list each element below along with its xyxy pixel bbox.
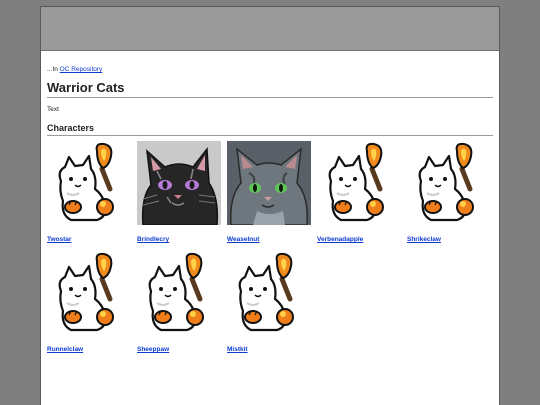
character-name-link[interactable]: Weaselnut — [227, 236, 317, 244]
main-content: ...In OC Repository Warrior Cats Text Ch… — [41, 66, 499, 354]
character-card: Brindlecry — [137, 141, 227, 244]
character-card: Twostar — [47, 141, 137, 244]
character-thumbnail[interactable] — [407, 141, 497, 225]
character-thumbnail[interactable] — [137, 141, 227, 225]
character-thumbnail[interactable] — [137, 251, 227, 335]
page-title: Warrior Cats — [47, 80, 493, 98]
character-name-link[interactable]: Runnelclaw — [47, 346, 137, 354]
page-frame: ...In OC Repository Warrior Cats Text Ch… — [40, 6, 500, 405]
character-thumbnail[interactable] — [227, 251, 317, 335]
character-name-link[interactable]: Shrikeclaw — [407, 236, 497, 244]
character-grid: Twostar Brindlecry Weaselnut Verbenadapp… — [47, 141, 493, 354]
character-thumbnail[interactable] — [317, 141, 407, 225]
character-thumbnail[interactable] — [47, 141, 137, 225]
character-card: Shrikeclaw — [407, 141, 497, 244]
character-card: Verbenadapple — [317, 141, 407, 244]
breadcrumb-link[interactable]: OC Repository — [60, 66, 103, 73]
breadcrumb-prefix: ...In — [47, 66, 58, 73]
character-card: Runnelclaw — [47, 251, 137, 354]
intro-text: Text — [47, 106, 59, 113]
character-card: Mistkit — [227, 251, 317, 354]
character-thumbnail[interactable] — [227, 141, 317, 225]
character-name-link[interactable]: Mistkit — [227, 346, 317, 354]
character-name-link[interactable]: Sheeppaw — [137, 346, 227, 354]
character-card: Weaselnut — [227, 141, 317, 244]
top-bar — [41, 7, 499, 51]
character-name-link[interactable]: Brindlecry — [137, 236, 227, 244]
section-title: Characters — [47, 123, 493, 136]
breadcrumb: ...In OC Repository — [47, 66, 493, 74]
character-name-link[interactable]: Twostar — [47, 236, 137, 244]
character-name-link[interactable]: Verbenadapple — [317, 236, 407, 244]
character-thumbnail[interactable] — [47, 251, 137, 335]
character-card: Sheeppaw — [137, 251, 227, 354]
